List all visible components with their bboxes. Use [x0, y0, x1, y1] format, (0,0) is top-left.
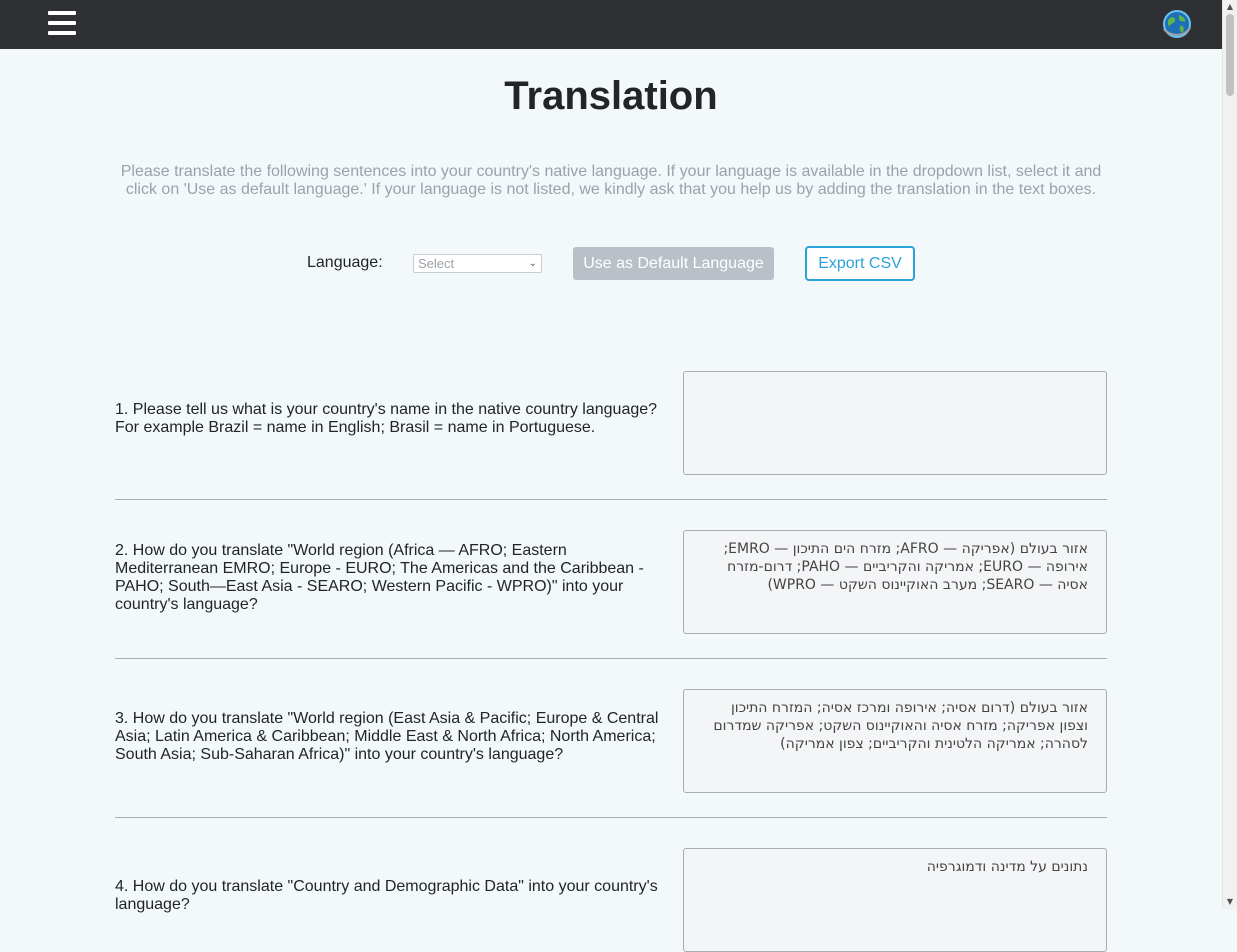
export-csv-button[interactable]: Export CSV	[805, 246, 915, 281]
language-select-value: Select	[418, 256, 455, 271]
hamburger-menu-icon[interactable]	[48, 11, 76, 36]
top-navigation-bar	[0, 0, 1237, 49]
question-2-answer-textbox[interactable]: אזור בעולם (אפריקה — AFRO; מזרח הים התיכ…	[683, 530, 1107, 634]
question-divider	[115, 499, 1107, 500]
question-1-answer-textbox[interactable]	[683, 371, 1107, 475]
question-3-text: 3. How do you translate "World region (E…	[115, 710, 659, 763]
scroll-up-arrow-icon[interactable]: ▲	[1223, 0, 1237, 14]
question-2-text: 2. How do you translate "World region (A…	[115, 542, 644, 613]
question-4-answer-textbox[interactable]: נתונים על מדינה ודמוגרפיה	[683, 848, 1107, 952]
question-divider	[115, 658, 1107, 659]
use-as-default-language-button[interactable]: Use as Default Language	[573, 247, 774, 280]
language-select[interactable]: Select ⌄	[413, 254, 542, 273]
scroll-down-arrow-icon[interactable]: ▼	[1223, 895, 1237, 909]
page-scrollbar[interactable]: ▲ ▼	[1222, 0, 1237, 909]
question-divider	[115, 817, 1107, 818]
chevron-down-icon: ⌄	[528, 258, 537, 269]
globe-icon[interactable]	[1161, 9, 1193, 39]
page-title: Translation	[504, 74, 718, 118]
intro-text: Please translate the following sentences…	[120, 163, 1102, 198]
question-1-text: 1. Please tell us what is your country's…	[115, 401, 658, 436]
question-3-answer-textbox[interactable]: אזור בעולם (דרום אסיה; אירופה ומרכז אסיה…	[683, 689, 1107, 793]
scrollbar-thumb[interactable]	[1226, 14, 1234, 96]
language-label: Language:	[307, 254, 383, 271]
